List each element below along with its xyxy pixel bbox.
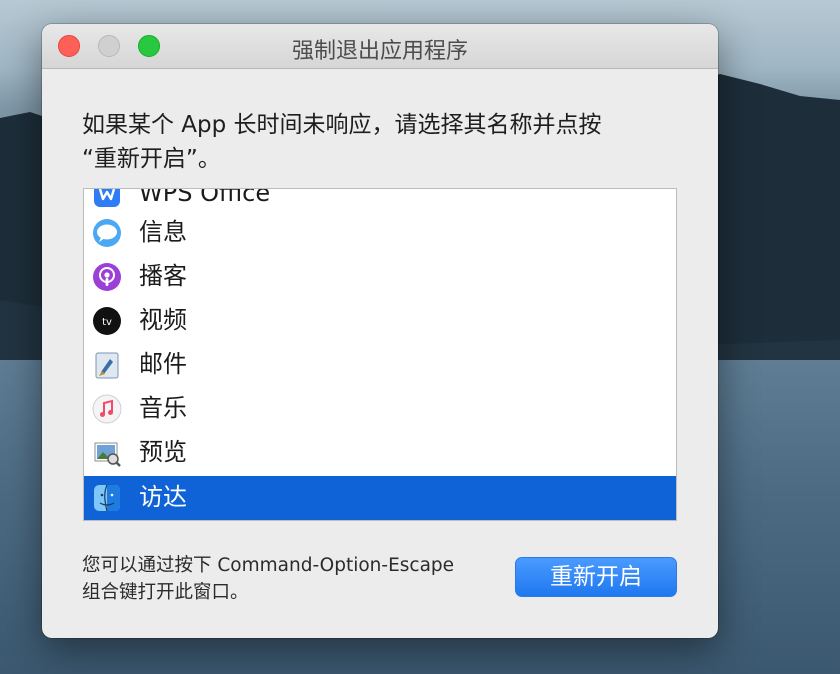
podcasts-icon [93, 263, 121, 291]
list-item-label: 视频 [139, 306, 187, 334]
app-list[interactable]: WPS Office 信息 播客 tv 视频 邮件 音乐 预览 访达 [83, 188, 677, 521]
list-item-music[interactable]: 音乐 [84, 387, 676, 431]
list-item-label: WPS Office [139, 188, 271, 207]
list-item-label: 邮件 [139, 350, 187, 378]
list-item-tv[interactable]: tv 视频 [84, 299, 676, 343]
instructions-line-1: 如果某个 App 长时间未响应，请选择其名称并点按 [82, 112, 602, 138]
list-item-preview[interactable]: 预览 [84, 431, 676, 475]
list-item-label: 访达 [139, 483, 187, 511]
title-bar: 强制退出应用程序 [42, 24, 718, 69]
list-item-finder[interactable]: 访达 [84, 476, 676, 520]
list-item-label: 播客 [139, 262, 187, 290]
preview-icon [94, 442, 121, 467]
list-item-label: 信息 [139, 218, 187, 246]
relaunch-button[interactable]: 重新开启 [515, 557, 677, 597]
music-icon [92, 394, 122, 424]
finder-icon [94, 484, 120, 512]
window-title: 强制退出应用程序 [291, 39, 468, 64]
apple-tv-icon: tv [93, 307, 121, 335]
shortcut-hint-line-1: 您可以通过按下 Command-Option-Escape [82, 555, 455, 576]
list-item-podcasts[interactable]: 播客 [84, 255, 676, 299]
instructions-text: 如果某个 App 长时间未响应，请选择其名称并点按 “重新开启”。 [82, 108, 682, 176]
messages-icon [93, 219, 121, 247]
instructions-line-2: “重新开启”。 [82, 146, 221, 172]
mail-icon [95, 352, 119, 379]
list-item-mail[interactable]: 邮件 [84, 343, 676, 387]
shortcut-hint: 您可以通过按下 Command-Option-Escape 组合键打开此窗口。 [82, 552, 502, 606]
force-quit-window: 强制退出应用程序 如果某个 App 长时间未响应，请选择其名称并点按 “重新开启… [42, 24, 718, 638]
list-item-messages[interactable]: 信息 [84, 211, 676, 255]
list-item-label: 预览 [139, 438, 187, 466]
svg-text:tv: tv [102, 317, 112, 328]
shortcut-hint-line-2: 组合键打开此窗口。 [82, 582, 249, 603]
list-item-label: 音乐 [139, 394, 187, 422]
wps-office-icon [94, 189, 120, 207]
